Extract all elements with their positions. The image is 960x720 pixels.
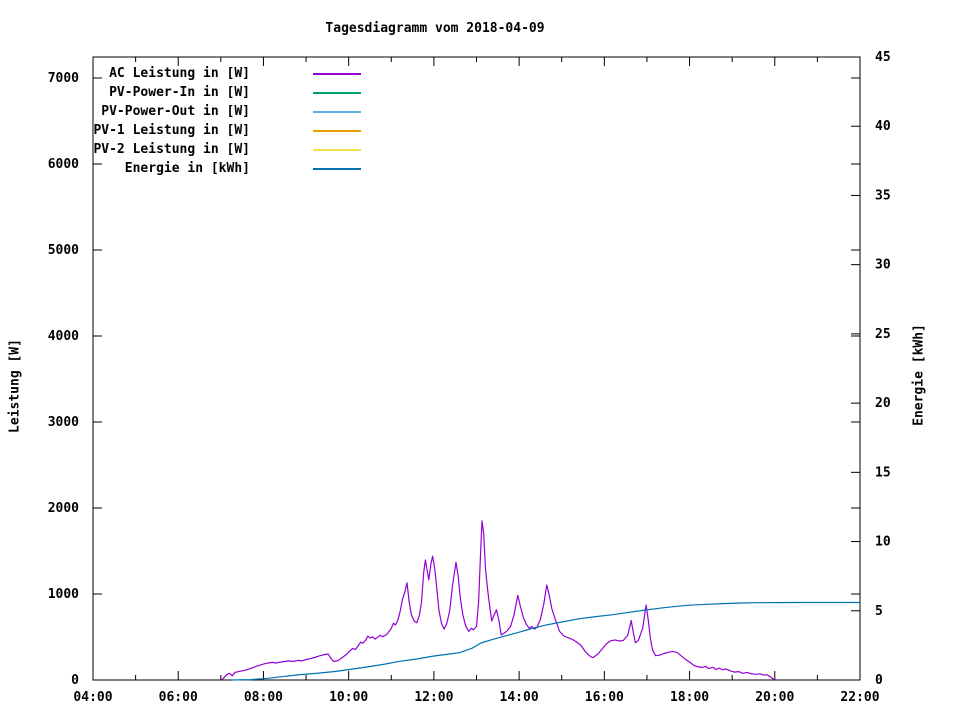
legend-line-sample-ac <box>313 72 361 75</box>
legend-label-pv-power-in: PV-Power-In in [W] <box>109 85 250 100</box>
x-tick-label: 18:00 <box>670 690 709 705</box>
legend-line-sample-energie <box>313 167 361 170</box>
y2-tick-label: 25 <box>875 327 891 342</box>
legend-entry-ac: AC Leistung in [W] <box>0 64 361 83</box>
x-tick-label: 08:00 <box>244 690 283 705</box>
legend-label-ac: AC Leistung in [W] <box>109 66 250 81</box>
legend-entry-energie: Energie in [kWh] <box>0 159 361 178</box>
y1-tick-label: 1000 <box>48 587 79 602</box>
y2-tick-label: 45 <box>875 50 891 65</box>
legend-label-pv2: PV-2 Leistung in [W] <box>93 142 250 157</box>
y1-tick-label: 5000 <box>48 243 79 258</box>
x-tick-label: 16:00 <box>585 690 624 705</box>
gnuplot-chart-window: Tagesdiagramm vom 2018-04-09 Leistung [W… <box>0 0 960 720</box>
y2-tick-label: 20 <box>875 396 891 411</box>
y2-tick-label: 40 <box>875 119 891 134</box>
legend-line-sample-pv-power-out <box>313 110 361 113</box>
legend: AC Leistung in [W] PV-Power-In in [W] PV… <box>0 64 361 178</box>
legend-entry-pv2: PV-2 Leistung in [W] <box>0 140 361 159</box>
legend-line-sample-pv-power-in <box>313 91 361 94</box>
legend-line-sample-pv2 <box>313 148 361 151</box>
y1-tick-label: 2000 <box>48 501 79 516</box>
y2-tick-label: 15 <box>875 465 891 480</box>
series-curve-0 <box>221 520 776 681</box>
legend-label-pv-power-out: PV-Power-Out in [W] <box>101 104 250 119</box>
x-tick-label: 12:00 <box>414 690 453 705</box>
x-tick-label: 10:00 <box>329 690 368 705</box>
x-tick-label: 06:00 <box>159 690 198 705</box>
legend-label-pv1: PV-1 Leistung in [W] <box>93 123 250 138</box>
y2-tick-label: 35 <box>875 188 891 203</box>
legend-entry-pv1: PV-1 Leistung in [W] <box>0 121 361 140</box>
legend-entry-pv-power-in: PV-Power-In in [W] <box>0 83 361 102</box>
x-tick-label: 14:00 <box>500 690 539 705</box>
y2-tick-label: 30 <box>875 258 891 273</box>
x-tick-label: 20:00 <box>755 690 794 705</box>
y1-tick-label: 4000 <box>48 329 79 344</box>
x-tick-label: 04:00 <box>73 690 112 705</box>
legend-line-sample-pv1 <box>313 129 361 132</box>
x-tick-label: 22:00 <box>840 690 879 705</box>
legend-label-energie: Energie in [kWh] <box>124 161 250 176</box>
y1-tick-label: 3000 <box>48 415 79 430</box>
legend-entry-pv-power-out: PV-Power-Out in [W] <box>0 102 361 121</box>
y1-tick-label: 0 <box>71 673 79 688</box>
series-curve-5 <box>231 601 860 681</box>
y2-tick-label: 5 <box>875 604 883 619</box>
y2-tick-label: 0 <box>875 673 883 688</box>
y2-tick-label: 10 <box>875 535 891 550</box>
